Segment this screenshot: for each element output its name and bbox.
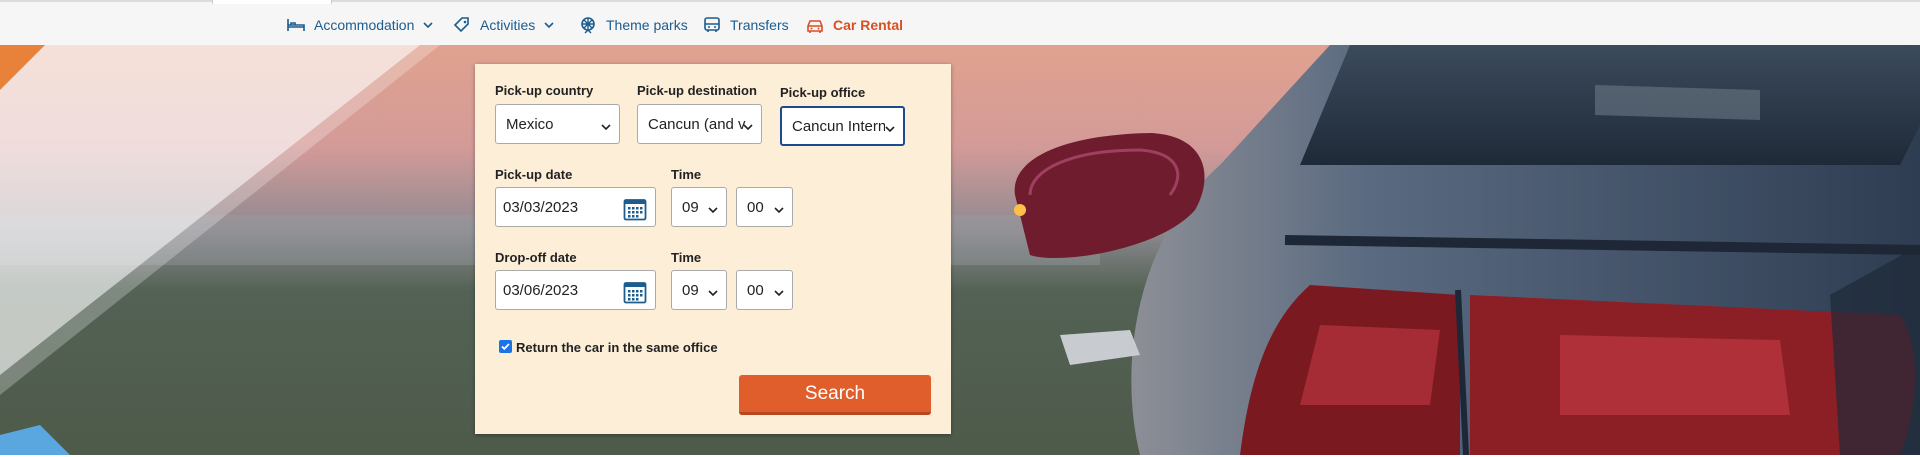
nav-accommodation-label: Accommodation	[314, 17, 415, 33]
top-navigation: Accommodation Activities Theme parks Tra…	[0, 0, 1920, 45]
nav-theme-parks-label: Theme parks	[606, 17, 688, 33]
tag-icon	[452, 15, 472, 35]
bus-icon	[702, 15, 722, 35]
chevron-down-icon	[885, 121, 895, 133]
nav-activities-label: Activities	[480, 17, 536, 33]
chevron-down-icon	[544, 20, 554, 30]
pickup-country-label: Pick-up country	[495, 83, 594, 98]
dropoff-hour-select[interactable]: 09	[671, 270, 727, 310]
search-button[interactable]: Search	[739, 375, 931, 415]
nav-activities[interactable]: Activities	[452, 14, 554, 36]
pickup-hour-value: 09	[682, 198, 699, 216]
chevron-down-icon	[423, 20, 433, 30]
car-rental-search-panel: Pick-up country Mexico Pick-up destinati…	[475, 64, 951, 434]
dropoff-time-label: Time	[671, 250, 702, 265]
pickup-office-label: Pick-up office	[780, 85, 866, 100]
pickup-office-value: Cancun Intern	[792, 117, 887, 135]
pickup-hour-select[interactable]: 09	[671, 187, 727, 227]
dropoff-minute-select[interactable]: 00	[736, 270, 793, 310]
pickup-office-select[interactable]: Cancun Intern	[780, 106, 905, 146]
dropoff-date-label: Drop-off date	[495, 250, 577, 265]
chevron-down-icon	[743, 119, 753, 131]
bed-icon	[286, 15, 306, 35]
same-office-checkbox[interactable]	[499, 340, 512, 353]
chevron-down-icon	[774, 285, 784, 297]
dropoff-hour-value: 09	[682, 281, 699, 299]
calendar-icon[interactable]	[623, 280, 647, 304]
pickup-date-input[interactable]: 03/03/2023	[495, 187, 656, 227]
hero-photo	[0, 45, 1920, 455]
dropoff-minute-value: 00	[747, 281, 764, 299]
browser-tab-edge	[212, 0, 332, 4]
dropoff-date-input[interactable]: 03/06/2023	[495, 270, 656, 310]
pickup-destination-label: Pick-up destination	[637, 83, 757, 98]
pickup-minute-value: 00	[747, 198, 764, 216]
calendar-icon[interactable]	[623, 197, 647, 221]
chevron-down-icon	[708, 202, 718, 214]
pickup-destination-select[interactable]: Cancun (and v	[637, 104, 762, 144]
hero-background	[0, 45, 1920, 455]
nav-theme-parks[interactable]: Theme parks	[578, 14, 688, 36]
pickup-time-label: Time	[671, 167, 702, 182]
nav-transfers-label: Transfers	[730, 17, 789, 33]
chevron-down-icon	[601, 119, 611, 131]
pickup-date-label: Pick-up date	[495, 167, 573, 182]
nav-car-rental[interactable]: Car Rental	[805, 14, 903, 36]
pickup-country-select[interactable]: Mexico	[495, 104, 620, 144]
pickup-destination-value: Cancun (and v	[648, 115, 746, 133]
same-office-label[interactable]: Return the car in the same office	[516, 340, 718, 355]
nav-accommodation[interactable]: Accommodation	[286, 14, 433, 36]
chevron-down-icon	[774, 202, 784, 214]
nav-transfers[interactable]: Transfers	[702, 14, 789, 36]
pickup-minute-select[interactable]: 00	[736, 187, 793, 227]
pickup-date-value: 03/03/2023	[503, 198, 579, 216]
car-icon	[805, 15, 825, 35]
chevron-down-icon	[708, 285, 718, 297]
ferris-wheel-icon	[578, 15, 598, 35]
dropoff-date-value: 03/06/2023	[503, 281, 579, 299]
checkmark-icon	[501, 343, 510, 351]
pickup-country-value: Mexico	[506, 115, 554, 133]
nav-car-rental-label: Car Rental	[833, 17, 904, 33]
